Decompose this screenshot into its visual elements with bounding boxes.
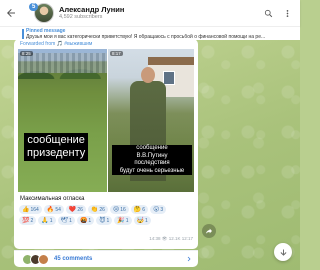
- subscriber-count: 4,592 subscribers: [59, 14, 103, 20]
- reaction-chip[interactable]: 👍 164: [19, 205, 42, 214]
- photo-caption-right: сообщение В.В.Путину последствия будут о…: [112, 145, 192, 175]
- share-icon: [206, 228, 212, 234]
- more-vertical-icon[interactable]: [283, 9, 292, 18]
- reaction-chip[interactable]: ❤️ 26: [65, 205, 86, 214]
- reaction-emoji: 👍: [22, 205, 30, 213]
- message-bubble: Forwarded from 🎵 #выжившим 8:25 сообщени…: [14, 39, 198, 249]
- reaction-emoji: 😢: [112, 205, 120, 213]
- reaction-emoji: 🤯: [136, 216, 144, 224]
- reaction-chip[interactable]: 🎉 1: [114, 216, 132, 225]
- reaction-emoji: 🙏: [41, 216, 49, 224]
- photo-caption-left: сообщение призеденту: [24, 133, 89, 161]
- reaction-emoji: 🕊: [60, 216, 69, 224]
- reaction-chip[interactable]: 😈 1: [96, 216, 113, 225]
- reaction-chip[interactable]: 🔥 54: [43, 205, 64, 214]
- reaction-emoji: 🔥: [46, 205, 55, 213]
- reaction-emoji: 😮: [153, 205, 160, 213]
- back-button[interactable]: [0, 0, 22, 26]
- video-duration: 8:25: [20, 51, 33, 56]
- reaction-count: 1: [106, 217, 110, 224]
- reaction-chip[interactable]: 🤔 6: [130, 205, 149, 214]
- reaction-chip[interactable]: 😮 3: [150, 205, 167, 214]
- reaction-chip[interactable]: 🕊 1: [57, 216, 75, 225]
- forwarded-from-label[interactable]: Forwarded from 🎵 #выжившим: [20, 41, 92, 47]
- arrow-down-icon: [280, 249, 286, 256]
- comments-count: 45 comments: [54, 256, 93, 262]
- reaction-chip[interactable]: 😢 16: [109, 205, 129, 214]
- share-button[interactable]: [202, 224, 216, 238]
- reaction-emoji: 😈: [99, 216, 106, 224]
- chat-header: 5 Александр Лунин 4,592 subscribers: [0, 0, 300, 26]
- reaction-emoji: 👏: [90, 205, 99, 213]
- reaction-chip[interactable]: 🤬 1: [76, 216, 95, 225]
- photo-left[interactable]: 8:25 сообщение призеденту: [18, 49, 107, 192]
- reaction-count: 1: [88, 217, 92, 224]
- reaction-emoji: 🤔: [133, 205, 142, 213]
- reaction-count: 26: [99, 206, 105, 213]
- reaction-row: 💯 2 🙏 1 🕊 1 🤬 1 😈 1 🎉 1 🤯 1: [19, 216, 195, 225]
- reaction-row: 👍 164 🔥 54 ❤️ 26 👏 26 😢 16 🤔 6 😮 3: [19, 205, 195, 214]
- reaction-chip[interactable]: 💯 2: [19, 216, 37, 225]
- search-icon[interactable]: [264, 9, 273, 18]
- reaction-count: 1: [69, 217, 72, 224]
- channel-title-block[interactable]: Александр Лунин 4,592 subscribers: [59, 4, 125, 21]
- reaction-count: 16: [120, 206, 126, 213]
- chevron-right-icon: [187, 256, 191, 262]
- reaction-emoji: 🤬: [79, 216, 88, 224]
- reaction-count: 3: [160, 206, 164, 213]
- reactions: 👍 164 🔥 54 ❤️ 26 👏 26 😢 16 🤔 6 😮 3 💯 2 🙏 1 🕊 1 🤬 1 😈 1 🎉 1 🤯 1: [19, 205, 195, 227]
- commenter-avatars: [22, 253, 49, 265]
- reaction-count: 164: [30, 206, 39, 213]
- pinned-message-bar[interactable]: Pinned message Друзья мои я вас категори…: [0, 26, 300, 40]
- reaction-count: 1: [125, 217, 129, 224]
- reaction-count: 1: [49, 217, 53, 224]
- reaction-count: 54: [55, 206, 61, 213]
- reaction-chip[interactable]: 🤯 1: [133, 216, 151, 225]
- reaction-count: 6: [142, 206, 146, 213]
- reaction-chip[interactable]: 🙏 1: [38, 216, 56, 225]
- reaction-count: 2: [30, 217, 34, 224]
- arrow-left-icon: [7, 9, 15, 17]
- message-text: Максимальная оглаcка: [20, 196, 85, 202]
- video-duration: 8:17: [110, 51, 123, 56]
- reaction-emoji: ❤️: [68, 205, 77, 213]
- reaction-count: 26: [77, 206, 83, 213]
- reaction-emoji: 💯: [22, 216, 30, 224]
- photo-right[interactable]: 8:17 сообщение В.В.Путину последствия бу…: [108, 49, 194, 192]
- channel-name: Александр Лунин: [59, 4, 125, 14]
- scroll-down-button[interactable]: [274, 243, 292, 261]
- comments-bar[interactable]: 45 comments: [14, 250, 198, 267]
- reaction-count: 1: [145, 217, 148, 224]
- reaction-emoji: 🎉: [117, 216, 125, 224]
- avatar: [38, 253, 49, 265]
- reaction-chip[interactable]: 👏 26: [87, 205, 108, 214]
- message-meta: 14:38 👁 12.1K 12:17: [149, 236, 193, 241]
